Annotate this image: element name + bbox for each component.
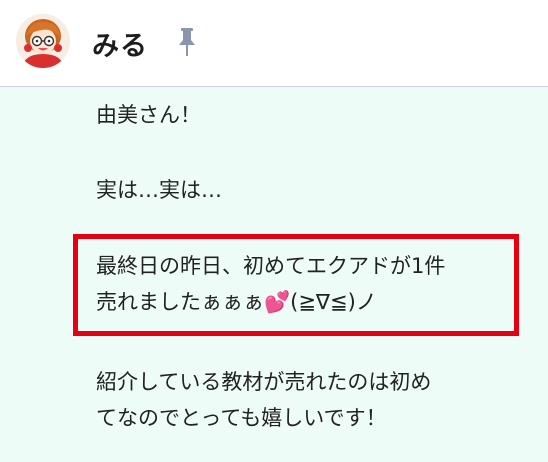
message-line: 紹介している教材が売れたのは初め: [96, 370, 432, 394]
pin-icon[interactable]: [176, 27, 198, 57]
message-line: 実は…実は…: [96, 178, 222, 202]
message-text: 実は…実は…: [96, 172, 222, 208]
message-text: 紹介している教材が売れたのは初め てなのでとっても嬉しいです！: [96, 364, 431, 436]
message-text: 由美さん！: [96, 97, 201, 133]
highlighted-message-text: 最終日の昨日、初めてエクアドが1件 売れましたぁぁぁ💕(≧∇≦)ノ: [96, 248, 445, 320]
contact-name: みる: [92, 31, 148, 62]
chat-header: みる: [0, 0, 548, 87]
message-line: 売れましたぁぁぁ💕(≧∇≦)ノ: [96, 290, 377, 314]
message-line: 由美さん！: [96, 103, 201, 127]
message-line: てなのでとっても嬉しいです！: [96, 406, 387, 430]
message-area: 由美さん！ 実は…実は… 最終日の昨日、初めてエクアドが1件 売れましたぁぁぁ💕…: [0, 87, 548, 462]
message-line: 最終日の昨日、初めてエクアドが1件: [96, 254, 446, 278]
girl-avatar-icon[interactable]: [16, 14, 70, 68]
